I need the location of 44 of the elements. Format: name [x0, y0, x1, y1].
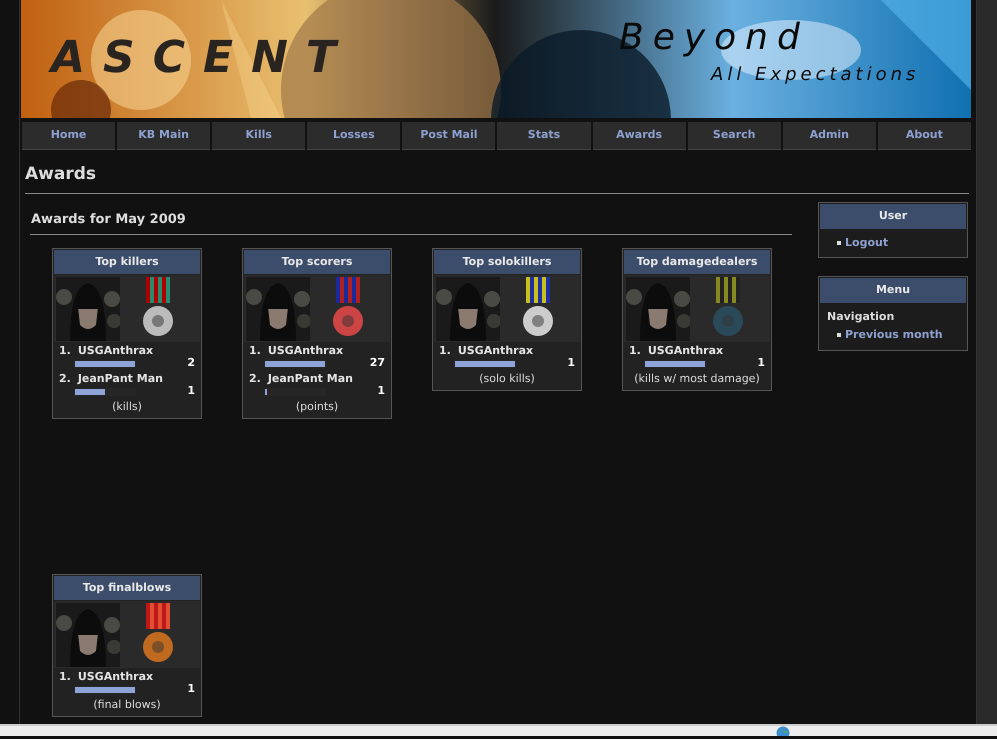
nav-tab[interactable]: Admin	[782, 122, 876, 150]
score-value: 1	[567, 355, 575, 372]
player-name: 2. JeanPant Man	[59, 372, 164, 385]
nav-tab[interactable]: Home	[22, 122, 116, 150]
panel-title: User	[820, 204, 966, 228]
nav-tab[interactable]: Search	[688, 122, 781, 150]
page-title: Awards	[25, 162, 98, 186]
unit-label: (points)	[294, 399, 340, 415]
card-title: Top killers	[54, 250, 200, 275]
globe-icon	[776, 726, 790, 736]
card-title: Top finalblows	[54, 576, 200, 601]
nav-tab[interactable]: Post Mail	[402, 122, 496, 150]
nav-tab[interactable]: Losses	[307, 122, 400, 150]
card-title: Top scorers	[244, 250, 390, 275]
section-title: Awards for May 2009	[30, 211, 187, 229]
player-name: 1. USGAnthrax	[59, 670, 154, 683]
score-value: 1	[187, 383, 195, 400]
player-name: 1. USGAnthrax	[59, 344, 154, 357]
nav-tab[interactable]: KB Main	[117, 122, 210, 150]
unit-label: (kills)	[111, 399, 143, 415]
player-name: 1. USGAnthrax	[439, 344, 534, 357]
tagline: Beyond	[619, 20, 809, 56]
card-title: Top solokillers	[434, 250, 580, 275]
player-name: 1. USGAnthrax	[629, 344, 724, 357]
panel-title: Menu	[820, 278, 966, 302]
nav-tab[interactable]: About	[878, 122, 971, 150]
unit-label: (final blows)	[92, 697, 162, 713]
nav-heading: Navigation	[827, 308, 896, 324]
player-name: 1. USGAnthrax	[249, 344, 344, 357]
score-value: 27	[370, 355, 385, 372]
tagline: All Expectations	[711, 66, 920, 84]
score-value: 1	[377, 383, 385, 400]
score-value: 1	[757, 355, 765, 372]
sidebar-link[interactable]: Logout	[827, 234, 959, 251]
sidebar-link[interactable]: Previous month	[827, 327, 959, 344]
nav-tab[interactable]: Stats	[497, 122, 591, 150]
score-value: 1	[187, 681, 195, 698]
card-title: Top damagedealers	[624, 250, 770, 275]
player-name: 2. JeanPant Man	[249, 372, 354, 385]
unit-label: (solo kills)	[478, 371, 536, 387]
nav-tab[interactable]: Kills	[212, 122, 306, 150]
unit-label: (kills w/ most damage)	[633, 371, 761, 387]
nav-tab[interactable]: Awards	[592, 122, 686, 150]
score-value: 2	[187, 355, 195, 372]
